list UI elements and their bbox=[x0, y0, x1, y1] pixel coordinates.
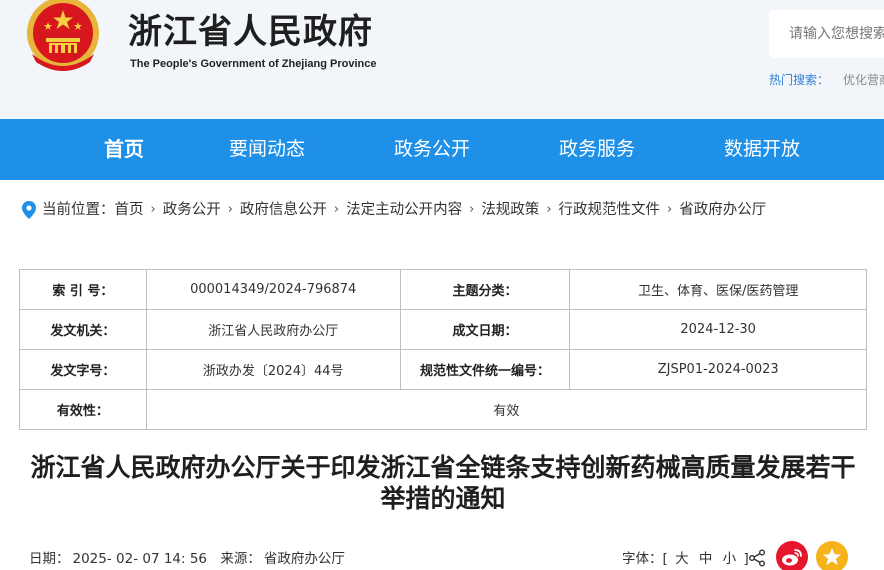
meta-value-date-written: 2024-12-30 bbox=[569, 309, 867, 350]
breadcrumb-item-info-disclosure[interactable]: 政府信息公开 bbox=[240, 199, 327, 221]
breadcrumb-separator: › bbox=[227, 202, 233, 217]
site-title[interactable]: 浙江省人民政府 bbox=[128, 4, 373, 53]
publish-date: 2025- 02- 07 14: 56 bbox=[72, 551, 208, 567]
hot-search: 热门搜索： 优化营商环境 bbox=[769, 71, 884, 88]
breadcrumb-item-government-affairs[interactable]: 政务公开 bbox=[163, 199, 221, 221]
breadcrumb-item-home[interactable]: 首页 bbox=[115, 199, 144, 221]
breadcrumb-separator: › bbox=[333, 202, 340, 217]
source-value: 省政府办公厅 bbox=[263, 551, 345, 567]
breadcrumb-item-normative-docs[interactable]: 行政规范性文件 bbox=[559, 199, 661, 221]
meta-label-doc-number: 发文字号： bbox=[19, 349, 147, 390]
meta-label-validity: 有效性： bbox=[19, 389, 147, 430]
table-row: 发文字号： 浙政办发〔2024〕44号 规范性文件统一编号： ZJSP01-20… bbox=[19, 349, 867, 390]
main-nav: 首页 要闻动态 政务公开 政务服务 数据开放 bbox=[0, 119, 884, 180]
nav-item-home[interactable]: 首页 bbox=[104, 119, 144, 180]
font-bracket-open: [ bbox=[662, 551, 668, 567]
breadcrumb-label: 当前位置： bbox=[42, 202, 115, 218]
meta-value-issuer: 浙江省人民政府办公厅 bbox=[145, 309, 401, 350]
meta-label-unified-number: 规范性文件统一编号： bbox=[399, 349, 571, 390]
search-input[interactable] bbox=[769, 10, 884, 58]
breadcrumb: 当前位置： 首页 › 政务公开 › 政府信息公开 › 法定主动公开内容 › 法规… bbox=[22, 199, 766, 221]
font-size-control: 字体：[ 大 中 小 ] bbox=[622, 547, 749, 567]
breadcrumb-separator: › bbox=[667, 202, 673, 217]
nav-item-news[interactable]: 要闻动态 bbox=[229, 119, 305, 180]
meta-value-topic: 卫生、体育、医保/医药管理 bbox=[569, 269, 867, 310]
favorite-button[interactable] bbox=[816, 541, 848, 570]
table-row: 索 引 号： 000014349/2024-796874 主题分类： 卫生、体育… bbox=[19, 269, 867, 310]
table-row: 发文机关： 浙江省人民政府办公厅 成文日期： 2024-12-30 bbox=[19, 309, 867, 350]
location-pin-icon bbox=[22, 201, 36, 219]
nav-item-services[interactable]: 政务服务 bbox=[559, 119, 635, 180]
breadcrumb-separator: › bbox=[150, 202, 156, 217]
meta-value-unified-number: ZJSP01-2024-0023 bbox=[569, 349, 867, 390]
font-size-large-button[interactable]: 大 bbox=[675, 551, 689, 567]
article-info: 日期： 2025- 02- 07 14: 56 来源： 省政府办公厅 bbox=[29, 547, 348, 567]
font-size-small-button[interactable]: 小 bbox=[723, 551, 737, 567]
article-title: 浙江省人民政府办公厅关于印发浙江省全链条支持创新药械高质量发展若干举措的通知 bbox=[30, 453, 856, 513]
source-label: 来源： bbox=[220, 551, 261, 567]
meta-value-validity: 有效 bbox=[145, 389, 868, 430]
breadcrumb-separator: › bbox=[469, 202, 475, 217]
meta-label-index: 索 引 号： bbox=[19, 269, 147, 310]
meta-value-doc-number: 浙政办发〔2024〕44号 bbox=[145, 349, 401, 390]
meta-value-index: 000014349/2024-796874 bbox=[145, 269, 401, 310]
hot-search-label: 热门搜索： bbox=[769, 73, 830, 87]
search-box bbox=[769, 10, 884, 58]
nav-item-open-data[interactable]: 数据开放 bbox=[724, 119, 800, 180]
document-metadata-table: 索 引 号： 000014349/2024-796874 主题分类： 卫生、体育… bbox=[19, 269, 868, 430]
breadcrumb-item-statutory-content[interactable]: 法定主动公开内容 bbox=[346, 199, 462, 221]
breadcrumb-item-regulations[interactable]: 法规政策 bbox=[481, 199, 539, 221]
share-icon[interactable] bbox=[748, 549, 766, 567]
hot-search-item[interactable]: 优化营商环境 bbox=[843, 73, 884, 87]
breadcrumb-item-general-office[interactable]: 省政府办公厅 bbox=[679, 199, 766, 221]
star-icon bbox=[822, 548, 842, 565]
meta-label-date-written: 成文日期： bbox=[399, 309, 571, 350]
weibo-icon bbox=[782, 549, 802, 566]
breadcrumb-separator: › bbox=[546, 202, 552, 217]
meta-label-topic: 主题分类： bbox=[399, 269, 571, 310]
nav-item-government-affairs[interactable]: 政务公开 bbox=[394, 119, 470, 180]
table-row: 有效性： 有效 bbox=[19, 389, 868, 430]
meta-label-issuer: 发文机关： bbox=[19, 309, 147, 350]
date-label: 日期： bbox=[29, 551, 70, 567]
national-emblem-icon[interactable] bbox=[24, 0, 102, 75]
font-size-label: 字体： bbox=[622, 551, 663, 567]
site-subtitle: The People's Government of Zhejiang Prov… bbox=[130, 58, 377, 70]
site-header: 浙江省人民政府 The People's Government of Zheji… bbox=[0, 0, 884, 119]
font-size-medium-button[interactable]: 中 bbox=[699, 551, 713, 567]
weibo-share-button[interactable] bbox=[776, 541, 808, 570]
